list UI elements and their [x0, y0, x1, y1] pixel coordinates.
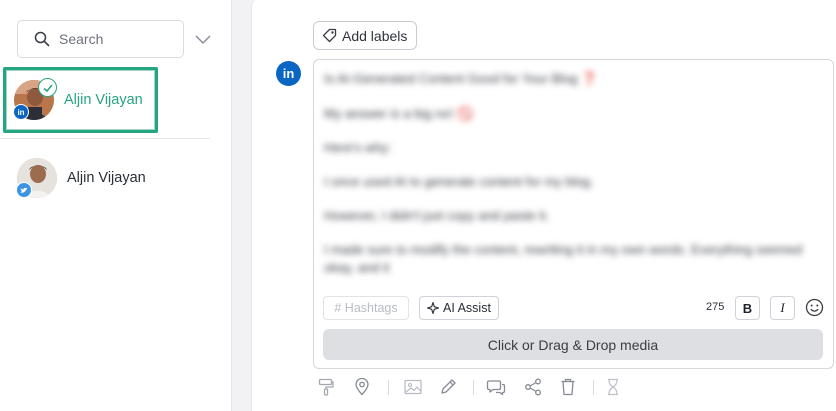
search-icon	[34, 31, 50, 47]
sparkle-icon	[427, 302, 439, 314]
post-line: Is AI-Generated Content Good for Your Bl…	[324, 71, 598, 86]
avatar	[16, 158, 57, 198]
post-editor[interactable]: Is AI-Generated Content Good for Your Bl…	[313, 59, 834, 369]
account-item-twitter[interactable]: Aljin Vijayan	[9, 148, 214, 208]
trash-icon[interactable]	[558, 376, 578, 398]
post-line: I once used AI to generate content for m…	[324, 174, 594, 189]
character-count: 275	[706, 301, 725, 313]
divider	[0, 138, 210, 139]
post-line: I made sure to modify the content, rewri…	[324, 242, 803, 275]
media-drop-zone[interactable]: Click or Drag & Drop media	[323, 329, 823, 360]
tag-icon	[322, 28, 337, 43]
composer-panel: Add labels in Is AI-Generated Content Go…	[251, 0, 836, 411]
search-input[interactable]	[57, 30, 171, 48]
hourglass-icon[interactable]	[603, 376, 623, 398]
post-content[interactable]: Is AI-Generated Content Good for Your Bl…	[324, 70, 814, 277]
account-name: Aljin Vijayan	[67, 170, 146, 186]
ai-assist-label: AI Assist	[443, 301, 491, 315]
bold-button[interactable]: B	[735, 296, 760, 320]
location-pin-icon[interactable]	[352, 376, 372, 398]
account-name: Aljin Vijayan	[64, 92, 143, 108]
accounts-sidebar: in Aljin Vijayan Aljin Vijayan	[0, 0, 232, 411]
paint-roller-icon[interactable]	[316, 376, 336, 398]
post-line: My answer is a big no! 🚫	[324, 106, 474, 121]
add-labels-button[interactable]: Add labels	[313, 21, 418, 50]
add-labels-label: Add labels	[342, 27, 408, 44]
post-line: Here's why:	[324, 140, 392, 155]
toolbar-divider	[593, 380, 594, 395]
comment-icon[interactable]	[486, 376, 506, 398]
toolbar-divider	[473, 380, 474, 395]
pencil-icon[interactable]	[438, 376, 458, 398]
check-icon	[38, 78, 57, 97]
hashtags-button[interactable]: # Hashtags	[323, 296, 409, 320]
avatar: in	[13, 78, 57, 120]
toolbar-divider	[388, 380, 389, 395]
share-icon[interactable]	[523, 376, 543, 398]
image-icon[interactable]	[403, 376, 423, 398]
emoji-icon[interactable]	[805, 298, 824, 317]
twitter-badge-icon	[16, 182, 32, 198]
linkedin-logo-icon: in	[276, 61, 301, 86]
ai-assist-button[interactable]: AI Assist	[419, 296, 499, 320]
search-box[interactable]	[17, 20, 184, 58]
account-item-linkedin[interactable]: in Aljin Vijayan	[3, 67, 158, 133]
post-line: However, I didn't just copy and paste it…	[324, 208, 550, 223]
linkedin-badge-icon: in	[13, 104, 29, 120]
chevron-down-icon[interactable]	[194, 31, 212, 47]
italic-button[interactable]: I	[770, 296, 795, 320]
